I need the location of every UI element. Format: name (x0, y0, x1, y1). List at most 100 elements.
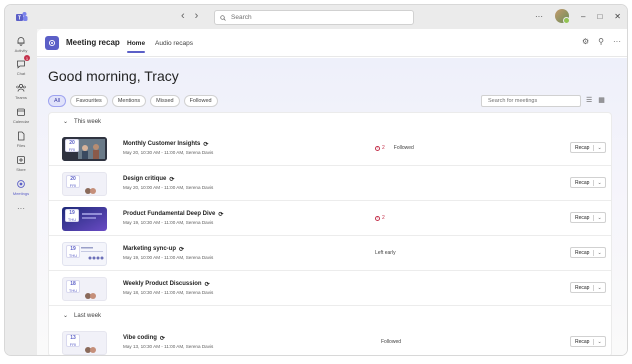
pin-icon[interactable]: ⚲ (598, 37, 604, 46)
chat-icon: 1 (15, 55, 30, 70)
recurring-icon: ⟳ (169, 177, 175, 183)
left-rail: Activity 1 Chat Teams Calendar Files Sto… (5, 29, 37, 355)
recap-button[interactable]: Recap ⌄ (570, 282, 606, 293)
filter-mentions[interactable]: Mentions (111, 95, 147, 107)
date-badge: 20 FRI (66, 175, 80, 188)
profile-avatar[interactable] (555, 9, 570, 24)
meeting-status: Left early (375, 250, 396, 256)
rail-item-teams[interactable]: Teams (5, 82, 37, 100)
maximize-icon[interactable]: □ (597, 12, 602, 21)
filter-favourites[interactable]: Favourites (70, 95, 108, 107)
more-options-icon[interactable]: ··· (613, 37, 621, 46)
chevron-down-icon[interactable]: ⌄ (593, 284, 604, 291)
chevron-down-icon[interactable]: ⌄ (593, 144, 604, 151)
teams-icon (15, 82, 27, 94)
rail-label: Calendar (12, 119, 30, 124)
date-badge: 18 THU (66, 280, 80, 293)
rail-label: Chat (16, 71, 26, 76)
title-bar: T ‹ › Search ··· – □ ✕ (5, 5, 627, 29)
meeting-details: May 19, 10:30 AM - 11:00 AM, Serena Davi… (123, 220, 214, 225)
more-apps-icon[interactable]: ··· (5, 204, 37, 213)
recurring-icon: ⟳ (159, 336, 165, 342)
tab-home[interactable]: Home (127, 40, 146, 53)
meeting-list: ⌄ This week 20 FRI Monthly Customer Insi… (48, 112, 612, 355)
meeting-row[interactable]: 19 THU Marketing sync-up ⟳ May 19, 10:00 A… (49, 236, 611, 271)
meeting-title[interactable]: Monthly Customer Insights ⟳ (123, 141, 208, 148)
meeting-search-input[interactable]: Search for meetings (481, 95, 581, 107)
meeting-details: May 18, 10:30 AM - 11:00 AM, Serena Davi… (123, 290, 214, 295)
chevron-down-icon[interactable]: ⌄ (593, 179, 604, 186)
recap-button[interactable]: Recap ⌄ (570, 177, 606, 188)
calendar-icon (15, 106, 27, 118)
meeting-title[interactable]: Vibe coding ⟳ (123, 335, 165, 342)
rail-item-store[interactable]: Store (5, 154, 37, 172)
recap-button[interactable]: Recap ⌄ (570, 336, 606, 347)
meeting-row[interactable]: 20 FRI Monthly Customer Insights ⟳ May 20,… (49, 131, 611, 166)
meeting-status: Followed (381, 339, 402, 345)
meeting-row[interactable]: 18 THU Weekly Product Discussion ⟳ May 18,… (49, 271, 611, 306)
search-placeholder: Search (231, 14, 252, 21)
chevron-down-icon[interactable]: ⌄ (593, 214, 604, 221)
filter-followed[interactable]: Followed (183, 95, 218, 107)
meeting-status: Followed (393, 145, 414, 151)
meeting-row[interactable]: 13 FRI Vibe coding ⟳ May 13, 10:30 AM - 11… (49, 325, 611, 355)
forward-arrow-icon[interactable]: › (195, 10, 199, 22)
store-icon (15, 154, 27, 166)
app-title: Meeting recap (66, 38, 120, 47)
chevron-down-icon[interactable]: ⌄ (593, 338, 604, 345)
minimize-icon[interactable]: – (581, 12, 585, 21)
main-content: Meeting recap Home Audio recaps ⚙ ⚲ ··· … (37, 29, 627, 355)
list-view-icon[interactable]: ☰ (586, 96, 592, 104)
meeting-details: May 20, 10:00 AM - 11:00 AM, Serena Davi… (123, 185, 214, 190)
recap-button[interactable]: Recap ⌄ (570, 247, 606, 258)
recap-button[interactable]: Recap ⌄ (570, 142, 606, 153)
close-icon[interactable]: ✕ (614, 12, 621, 21)
chevron-down-icon: ⌄ (63, 119, 69, 125)
meeting-thumbnail: 20 FRI (62, 172, 107, 196)
section-header[interactable]: ⌄ Last week (63, 312, 101, 320)
meeting-title[interactable]: Weekly Product Discussion ⟳ (123, 281, 210, 288)
rail-label: Teams (15, 95, 27, 100)
meeting-thumbnail: 13 FRI (62, 331, 107, 355)
search-icon (220, 14, 226, 21)
rail-label: Store (16, 167, 26, 172)
greeting-heading: Good morning, Tracy (48, 68, 179, 84)
rail-item-files[interactable]: Files (5, 130, 37, 148)
rail-item-chat[interactable]: 1 Chat (5, 55, 37, 76)
recurring-icon: ⟳ (204, 282, 210, 288)
meeting-row[interactable]: 19 THU Product Fundamental Deep Dive ⟳ May… (49, 201, 611, 236)
rail-item-meetings[interactable]: Meetings (5, 178, 37, 196)
back-arrow-icon[interactable]: ‹ (181, 10, 185, 22)
meetings-icon (15, 178, 27, 190)
bell-icon (15, 35, 27, 47)
meeting-details: May 13, 10:30 AM - 11:00 AM, Serena Davi… (123, 344, 214, 349)
avatar (90, 188, 96, 194)
meeting-title[interactable]: Product Fundamental Deep Dive ⟳ (123, 211, 223, 218)
settings-gear-icon[interactable]: ⚙ (582, 37, 589, 46)
meeting-row[interactable]: 20 FRI Design critique ⟳ May 20, 10:00 AM … (49, 166, 611, 201)
tab-audio-recaps[interactable]: Audio recaps (155, 40, 193, 47)
rail-label: Activity (14, 48, 28, 53)
rail-label: Files (16, 143, 26, 148)
grid-view-icon[interactable]: ▦ (598, 96, 605, 104)
filter-pills: All Favourites Mentions Missed Followed (48, 95, 218, 107)
recap-button[interactable]: Recap ⌄ (570, 212, 606, 223)
avatar (90, 347, 96, 353)
alert-icon: ! (375, 145, 380, 151)
chevron-down-icon[interactable]: ⌄ (593, 249, 604, 256)
recurring-icon: ⟳ (179, 247, 185, 253)
rail-item-activity[interactable]: Activity (5, 35, 37, 53)
meeting-details: May 19, 10:00 AM - 11:00 AM, Serena Davi… (123, 255, 214, 260)
filter-missed[interactable]: Missed (150, 95, 180, 107)
home-panel: Good morning, Tracy All Favourites Menti… (37, 58, 627, 355)
global-search-input[interactable]: Search (214, 10, 414, 25)
teams-window: T ‹ › Search ··· – □ ✕ Activity 1 Chat T… (4, 4, 628, 356)
more-options-icon[interactable]: ··· (535, 12, 543, 21)
teams-logo-icon: T (16, 12, 28, 22)
meeting-title[interactable]: Marketing sync-up ⟳ (123, 246, 184, 253)
rail-item-calendar[interactable]: Calendar (5, 106, 37, 124)
meeting-details: May 20, 10:30 AM - 11:00 AM, Serena Davi… (123, 150, 214, 155)
meeting-title[interactable]: Design critique ⟳ (123, 176, 174, 183)
section-header[interactable]: ⌄ This week (63, 118, 101, 126)
filter-all[interactable]: All (48, 95, 67, 107)
